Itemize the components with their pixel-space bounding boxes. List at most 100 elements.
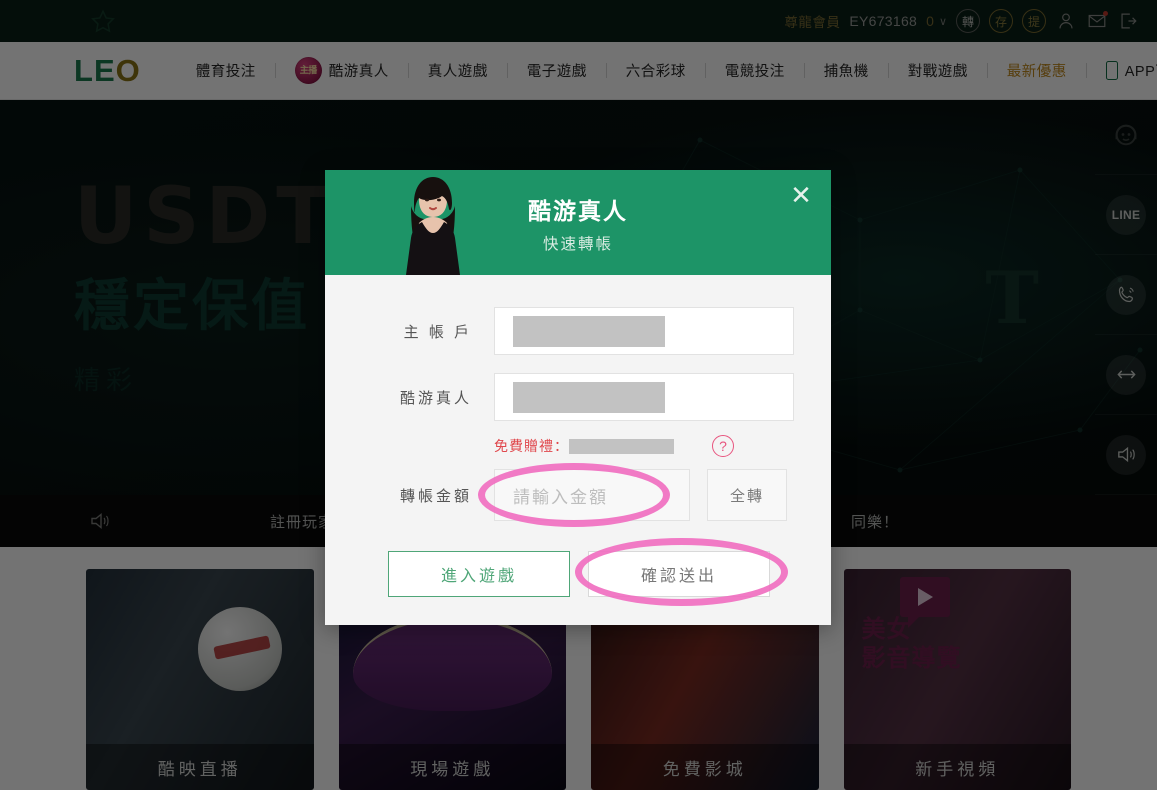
game-account-label: 酷游真人 [399, 389, 472, 407]
nav-item-esports[interactable]: 電競投注 [706, 60, 804, 81]
confirm-submit-button[interactable]: 確認送出 [588, 551, 770, 597]
nav-item-lottery[interactable]: 六合彩球 [607, 60, 705, 81]
right-side-dock: LINE [1095, 95, 1157, 495]
redacted-gift-value [569, 438, 674, 454]
nav-label: 體育投注 [195, 64, 256, 80]
speaker-icon [91, 513, 109, 529]
mail-icon[interactable] [1086, 10, 1108, 32]
hero-subtitle: 穩定保值 [74, 274, 310, 337]
mail-unread-dot [1103, 11, 1108, 16]
anchor-badge-icon: 主播 [294, 57, 322, 84]
nav-item-kuyou-live[interactable]: 主播 酷游真人 [276, 57, 408, 84]
play-button-icon [899, 577, 950, 617]
free-gift-row: 免費贈禮： ? [325, 435, 831, 457]
nav-label: 電競投注 [724, 64, 785, 80]
app-root: 尊龍會員 EY673168 0 ∨ 轉 存 提 L E O 體育投注 主播 酷游… [0, 0, 1157, 790]
deposit-button[interactable]: 存 [989, 9, 1013, 33]
modal-title-block: 酷游真人 快速轉帳 [528, 192, 628, 254]
card-label: 免費影城 [591, 744, 819, 790]
dock-item-transfer[interactable] [1095, 335, 1157, 415]
nav-item-slots[interactable]: 電子遊戲 [508, 60, 606, 81]
logout-icon[interactable] [1117, 10, 1139, 32]
logo-letter-3: O [115, 53, 141, 88]
phone-icon [1106, 274, 1146, 315]
nav-item-app-download[interactable]: APP下載 [1087, 60, 1157, 81]
nav-label: 捕魚機 [823, 64, 869, 80]
redacted-value [513, 315, 665, 347]
mobile-phone-icon [1105, 61, 1118, 80]
modal-title: 酷游真人 [528, 197, 628, 224]
card-promo-line1: 美女 [861, 616, 912, 643]
nav-label: 電子遊戲 [526, 64, 587, 80]
withdraw-button[interactable]: 提 [1022, 9, 1046, 33]
quick-transfer-modal: 酷游真人 快速轉帳 ✕ 主 帳 戶 酷游真人 免費贈禮： ? 轉帳金額 請輸入金… [325, 170, 831, 625]
card-beginner-video[interactable]: 美女 影音導覽 新手視頻 [843, 569, 1071, 790]
card-label: 現場遊戲 [338, 744, 566, 790]
card-kuying-live[interactable]: 酷映直播 [86, 569, 314, 790]
nav-label: 真人遊戲 [427, 64, 488, 80]
nav-label: 最新優惠 [1006, 64, 1067, 80]
balance-amount: 0 [926, 13, 934, 29]
transfer-amount-input[interactable]: 請輸入金額 [494, 469, 690, 521]
card-promo-text: 美女 影音導覽 [862, 615, 962, 674]
nav-item-sports[interactable]: 體育投注 [177, 60, 275, 81]
transfer-all-button[interactable]: 全轉 [707, 469, 787, 521]
account-id: EY673168 [849, 13, 918, 29]
hero-text-block: USDT 穩定保值 精彩 [74, 178, 335, 397]
main-account-field[interactable] [494, 307, 794, 355]
main-navigation: L E O 體育投注 主播 酷游真人 真人遊戲 電子遊戲 六合彩球 電競投注 捕… [0, 42, 1157, 100]
field-row-game-account: 酷游真人 [325, 373, 831, 421]
headset-icon [1106, 115, 1146, 155]
transfer-arrows-icon [1106, 354, 1146, 395]
line-icon: LINE [1106, 194, 1146, 235]
dock-item-phone[interactable] [1095, 255, 1157, 335]
chevron-down-icon[interactable]: ∨ [939, 15, 947, 28]
redacted-value [513, 381, 665, 413]
modal-header: 酷游真人 快速轉帳 ✕ [325, 170, 831, 275]
nav-item-live-games[interactable]: 真人遊戲 [409, 60, 507, 81]
star-icon[interactable] [90, 8, 116, 34]
free-gift-label: 免費贈禮： [494, 438, 569, 454]
dock-item-line[interactable]: LINE [1095, 175, 1157, 255]
card-label: 酷映直播 [86, 744, 314, 790]
nav-item-fishing[interactable]: 捕魚機 [805, 60, 888, 81]
modal-body: 主 帳 戶 酷游真人 免費贈禮： ? 轉帳金額 請輸入金額 全轉 進入遊戲 確認… [325, 275, 831, 625]
casino-table-graphic [352, 615, 552, 711]
nav-label: 六合彩球 [625, 64, 686, 80]
football-graphic [197, 607, 282, 691]
marquee-text-right: 同樂！ [850, 513, 899, 531]
nav-item-battle-games[interactable]: 對戰遊戲 [889, 60, 987, 81]
main-account-label: 主 帳 戶 [403, 323, 472, 341]
site-logo[interactable]: L E O [74, 55, 141, 86]
field-row-transfer-amount: 轉帳金額 請輸入金額 全轉 [325, 469, 831, 521]
hero-title: USDT [74, 172, 336, 262]
hostess-avatar [406, 177, 460, 275]
speaker-icon [1106, 434, 1146, 475]
logo-letter-2: E [93, 53, 116, 88]
hero-token-mark: T [985, 255, 1039, 340]
modal-subtitle: 快速轉帳 [542, 235, 613, 253]
user-icon[interactable] [1055, 10, 1077, 32]
card-promo-line2: 影音導覽 [861, 645, 962, 673]
field-row-main-account: 主 帳 戶 [325, 307, 831, 355]
top-member-bar: 尊龍會員 EY673168 0 ∨ 轉 存 提 [0, 0, 1157, 42]
nav-label: 對戰遊戲 [907, 64, 968, 80]
card-label: 新手視頻 [843, 744, 1071, 790]
close-icon[interactable]: ✕ [787, 182, 815, 210]
modal-button-row: 進入遊戲 確認送出 [325, 539, 831, 597]
game-account-field[interactable] [494, 373, 794, 421]
dock-item-sound[interactable] [1095, 415, 1157, 495]
nav-label: APP下載 [1124, 64, 1157, 80]
transfer-button[interactable]: 轉 [956, 9, 980, 33]
transfer-amount-label: 轉帳金額 [399, 487, 472, 505]
hero-subtitle-secondary: 精彩 [74, 365, 139, 395]
nav-item-list: 體育投注 主播 酷游真人 真人遊戲 電子遊戲 六合彩球 電競投注 捕魚機 對戰遊… [177, 57, 1157, 84]
nav-item-promotions[interactable]: 最新優惠 [988, 60, 1086, 81]
vip-label: 尊龍會員 [784, 15, 841, 30]
member-info-area: 尊龍會員 EY673168 0 ∨ 轉 存 提 [784, 9, 1139, 33]
enter-game-button[interactable]: 進入遊戲 [388, 551, 570, 597]
nav-label: 酷游真人 [328, 64, 389, 80]
dock-item-customer-service[interactable] [1095, 95, 1157, 175]
help-icon[interactable]: ? [712, 435, 734, 457]
logo-letter-1: L [74, 53, 94, 88]
